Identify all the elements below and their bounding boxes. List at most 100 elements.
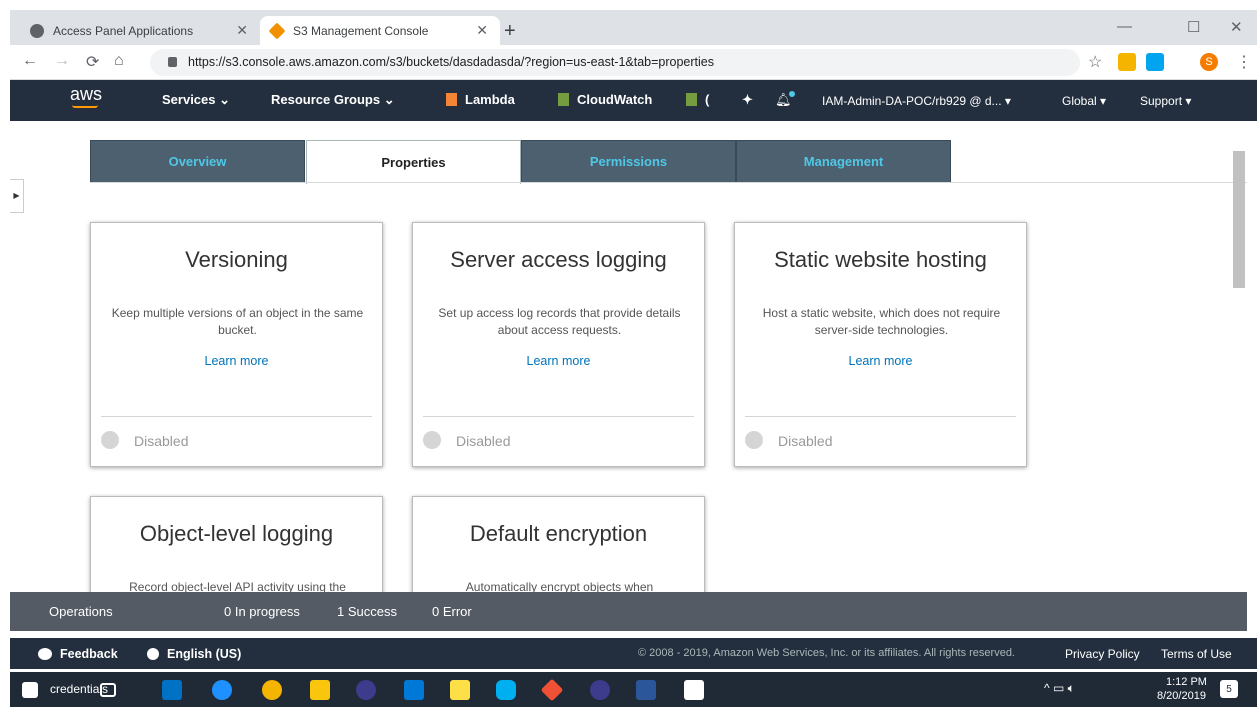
resource-groups-label: Resource Groups xyxy=(271,92,381,107)
clock-date[interactable]: 8/20/2019 xyxy=(1157,690,1206,703)
task-view-icon[interactable] xyxy=(100,683,116,697)
menu-icon[interactable]: ⋮ xyxy=(1236,52,1252,72)
chevron-down-icon: ⌄ xyxy=(383,92,395,107)
tray-icons[interactable]: ^ ▭ 🔈︎ xyxy=(1044,682,1075,695)
sticky-notes-icon[interactable] xyxy=(450,680,470,700)
caret-down-icon: ▾ xyxy=(1004,94,1011,108)
home-icon[interactable]: ⌂ xyxy=(114,52,124,70)
region-menu[interactable]: Global ▾ xyxy=(1062,94,1106,108)
service-icon xyxy=(686,93,697,106)
services-label: Services xyxy=(162,92,216,107)
forward-icon[interactable]: → xyxy=(54,52,70,70)
url-text[interactable]: https://s3.console.aws.amazon.com/s3/buc… xyxy=(188,55,714,69)
chevron-down-icon: ⌄ xyxy=(219,92,231,107)
file-explorer-icon[interactable] xyxy=(310,680,330,700)
address-bar[interactable]: https://s3.console.aws.amazon.com/s3/buc… xyxy=(150,49,1080,76)
tab-properties[interactable]: Properties xyxy=(306,140,521,184)
feedback-label: Feedback xyxy=(60,647,118,661)
support-label: Support xyxy=(1140,94,1183,108)
object-level-logging-card[interactable]: Object-level logging Record object-level… xyxy=(90,496,383,592)
operations-success: 1 Success xyxy=(337,604,397,619)
globe-icon xyxy=(147,648,159,660)
cloudwatch-shortcut[interactable]: CloudWatch xyxy=(558,92,652,107)
lambda-icon xyxy=(446,93,457,106)
learn-more-link[interactable]: Learn more xyxy=(91,354,382,368)
learn-more-link[interactable]: Learn more xyxy=(413,354,704,368)
resource-groups-menu[interactable]: Resource Groups ⌄ xyxy=(271,92,395,108)
caret-right-icon: ▶ xyxy=(13,191,20,200)
tab-divider xyxy=(90,182,1247,183)
eclipse-icon[interactable] xyxy=(590,680,610,700)
browser-tab-label: Access Panel Applications xyxy=(53,23,194,38)
vscode-icon[interactable] xyxy=(404,680,424,700)
language-selector[interactable]: English (US) xyxy=(147,647,241,661)
back-icon[interactable]: ← xyxy=(22,52,38,70)
window-close-icon[interactable]: ✕ xyxy=(1230,18,1243,36)
new-tab-button[interactable]: + xyxy=(504,20,516,43)
card-title: Object-level logging xyxy=(139,521,334,546)
browser-tab-label: S3 Management Console xyxy=(293,23,429,38)
truncated-label: ( xyxy=(705,92,710,107)
static-website-hosting-card[interactable]: Static website hosting Host a static web… xyxy=(734,222,1027,467)
operations-bar[interactable]: Operations 0 In progress 1 Success 0 Err… xyxy=(10,592,1247,631)
learn-more-link[interactable]: Learn more xyxy=(735,354,1026,368)
notification-dot xyxy=(789,91,795,97)
tab-permissions[interactable]: Permissions xyxy=(521,140,736,183)
minimize-icon[interactable]: — xyxy=(1117,18,1132,35)
notifications-icon[interactable]: 5 xyxy=(1220,680,1238,698)
sidebar-toggle[interactable]: ▶ xyxy=(10,179,24,213)
console-footer: Feedback English (US) © 2008 - 2019, Ama… xyxy=(10,638,1257,669)
card-title: Static website hosting xyxy=(774,247,987,272)
default-encryption-card[interactable]: Default encryption Automatically encrypt… xyxy=(412,496,705,592)
close-tab-icon[interactable]: ✕ xyxy=(476,22,488,39)
maximize-icon[interactable]: ☐ xyxy=(1187,18,1200,36)
skype-icon[interactable] xyxy=(496,680,516,700)
card-title: Server access logging xyxy=(450,247,667,272)
card-description: Automatically encrypt objects when xyxy=(465,580,654,592)
windows-extension-icon[interactable] xyxy=(1146,53,1164,71)
card-description: Record object-level API activity using t… xyxy=(129,580,346,592)
outlook-icon[interactable] xyxy=(162,680,182,700)
services-menu[interactable]: Services ⌄ xyxy=(162,92,230,108)
card-divider xyxy=(745,416,1016,417)
speech-bubble-icon xyxy=(38,648,52,660)
reload-icon[interactable]: ⟳ xyxy=(86,52,99,72)
card-description: Host a static website, which does not re… xyxy=(762,306,1001,337)
status-indicator-icon xyxy=(423,431,441,449)
operations-label: Operations xyxy=(49,604,113,619)
tab-management[interactable]: Management xyxy=(736,140,951,183)
pin-icon[interactable]: ✦ xyxy=(742,92,753,108)
browser-tab-s3-console[interactable]: S3 Management Console ✕ xyxy=(260,16,500,45)
operations-in-progress: 0 In progress xyxy=(224,604,300,619)
scrollbar-thumb[interactable] xyxy=(1233,151,1245,288)
tab-overview[interactable]: Overview xyxy=(90,140,305,183)
bookmark-star-icon[interactable]: ☆ xyxy=(1088,52,1102,72)
server-access-logging-card[interactable]: Server access logging Set up access log … xyxy=(412,222,705,467)
eclipse-icon[interactable] xyxy=(356,680,376,700)
lambda-label: Lambda xyxy=(465,92,515,107)
versioning-card[interactable]: Versioning Keep multiple versions of an … xyxy=(90,222,383,467)
truncated-shortcut[interactable]: ( xyxy=(686,92,709,107)
aws-logo[interactable]: aws xyxy=(70,84,102,105)
clock-time[interactable]: 1:12 PM xyxy=(1166,676,1207,689)
git-icon[interactable] xyxy=(540,678,564,702)
privacy-policy-link[interactable]: Privacy Policy xyxy=(1065,647,1140,661)
extension-icon[interactable] xyxy=(1118,53,1136,71)
chrome-icon[interactable] xyxy=(262,680,282,700)
globe-icon xyxy=(30,23,44,38)
terms-of-use-link[interactable]: Terms of Use xyxy=(1161,647,1232,661)
cloudwatch-label: CloudWatch xyxy=(577,92,653,107)
feedback-link[interactable]: Feedback xyxy=(38,647,118,661)
support-menu[interactable]: Support ▾ xyxy=(1140,94,1191,108)
edge-icon[interactable] xyxy=(212,680,232,700)
account-menu[interactable]: IAM-Admin-DA-POC/rb929 @ d... ▾ xyxy=(822,94,1011,108)
browser-tab-access-panel[interactable]: Access Panel Applications ✕ xyxy=(20,16,260,45)
status-indicator-icon xyxy=(745,431,763,449)
word-icon[interactable] xyxy=(636,680,656,700)
windows-start-icon[interactable] xyxy=(22,682,38,698)
language-label: English (US) xyxy=(167,647,242,661)
profile-avatar[interactable]: S xyxy=(1200,53,1218,71)
close-tab-icon[interactable]: ✕ xyxy=(236,22,248,39)
photos-icon[interactable] xyxy=(684,680,704,700)
lambda-shortcut[interactable]: Lambda xyxy=(446,92,515,107)
